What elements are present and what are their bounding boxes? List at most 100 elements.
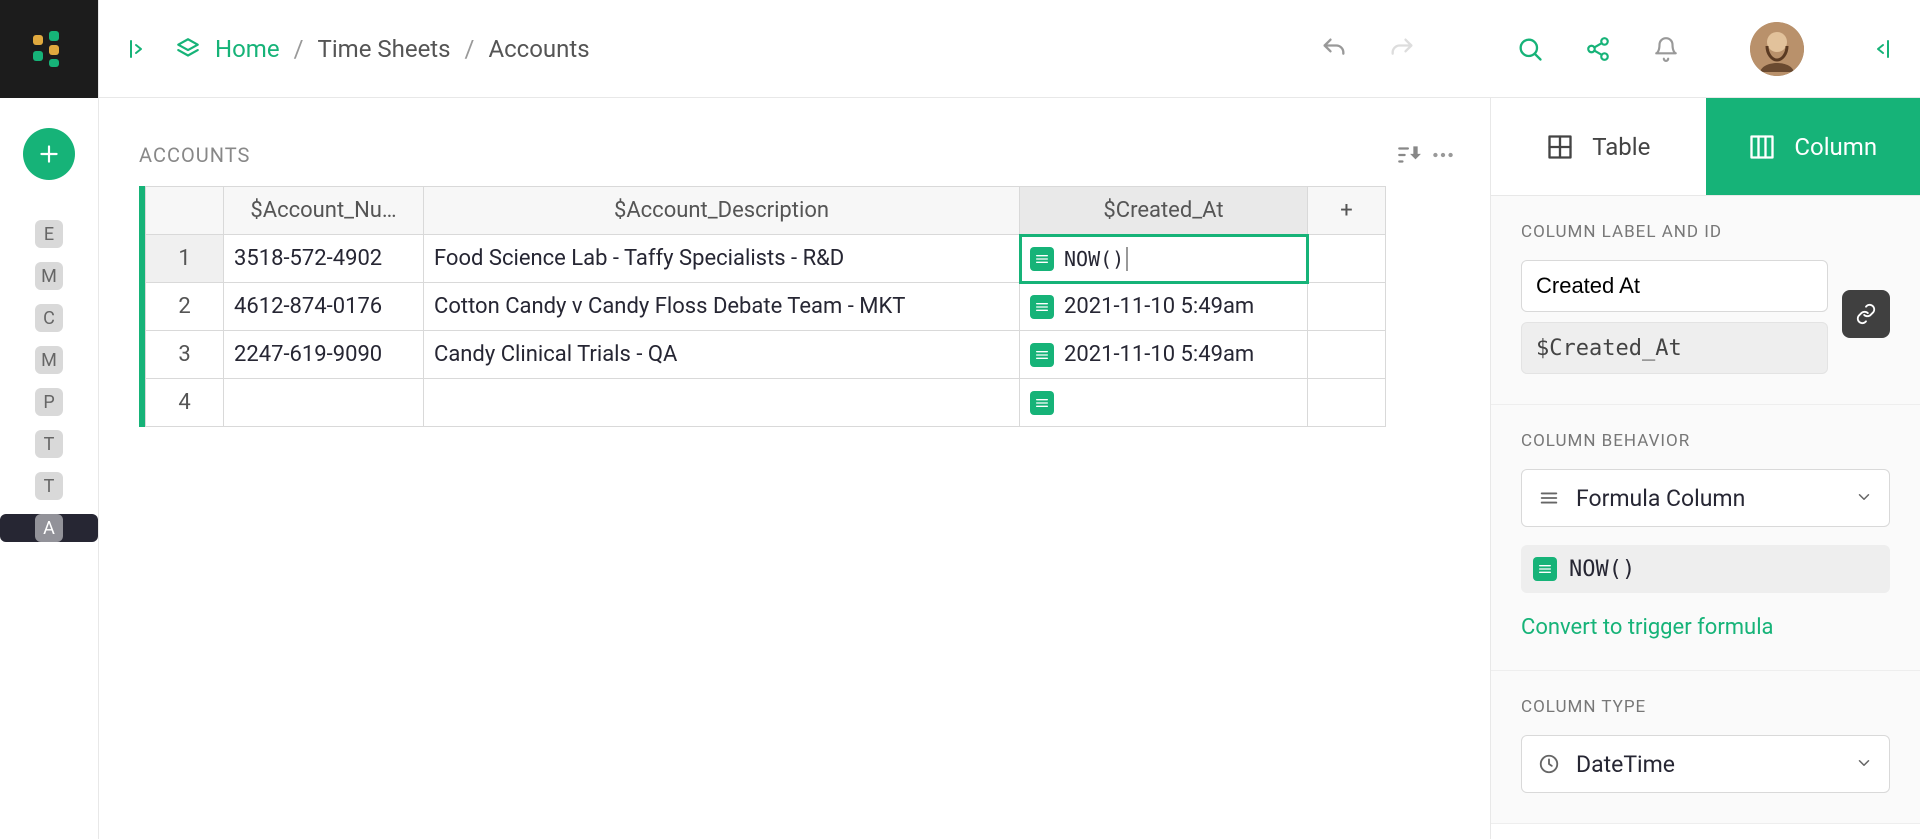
cell-empty[interactable] bbox=[1308, 283, 1386, 331]
page-item[interactable]: C bbox=[35, 304, 63, 332]
tab-label: Column bbox=[1794, 133, 1877, 161]
section-title[interactable]: ACCOUNTS bbox=[139, 143, 250, 167]
cell-empty[interactable] bbox=[1308, 331, 1386, 379]
add-new-button[interactable] bbox=[23, 128, 75, 180]
search-button[interactable] bbox=[1506, 25, 1554, 73]
breadcrumb-page[interactable]: Accounts bbox=[488, 35, 589, 63]
avatar-image bbox=[1750, 22, 1804, 76]
tab-column[interactable]: Column bbox=[1706, 98, 1920, 195]
breadcrumb-doc[interactable]: Time Sheets bbox=[318, 35, 451, 63]
formula-icon bbox=[1030, 295, 1054, 319]
cell-created-at[interactable]: 2021-11-10 5:49am bbox=[1020, 283, 1308, 331]
right-panel: Table Column COLUMN LABEL AND ID $Creat bbox=[1490, 98, 1920, 839]
clock-icon bbox=[1538, 753, 1560, 775]
undo-button[interactable] bbox=[1310, 25, 1358, 73]
tab-table[interactable]: Table bbox=[1491, 98, 1706, 195]
breadcrumb-home[interactable]: Home bbox=[215, 35, 280, 63]
plus-icon bbox=[36, 141, 62, 167]
top-bar: Home / Time Sheets / Accounts bbox=[99, 0, 1920, 98]
breadcrumb-sep: / bbox=[465, 35, 475, 63]
tab-label: Table bbox=[1592, 133, 1650, 161]
page-item[interactable]: M bbox=[35, 346, 63, 374]
cell-value: 2021-11-10 5:49am bbox=[1064, 294, 1254, 319]
grid-row: 1 3518-572-4902 Food Science Lab - Taffy… bbox=[146, 235, 1386, 283]
cell-account-number[interactable]: 4612-874-0176 bbox=[224, 283, 424, 331]
cell-created-at[interactable]: 2021-11-10 5:49am bbox=[1020, 331, 1308, 379]
main-area: Home / Time Sheets / Accounts bbox=[98, 0, 1920, 839]
expand-sidebar-button[interactable] bbox=[123, 25, 155, 73]
column-header-account-number[interactable]: $Account_Nu… bbox=[224, 187, 424, 235]
formula-icon bbox=[1030, 247, 1054, 271]
collapse-rightpanel-button[interactable] bbox=[1864, 25, 1896, 73]
user-avatar[interactable] bbox=[1750, 22, 1804, 76]
workspace: ACCOUNTS bbox=[99, 98, 1920, 839]
row-number[interactable]: 4 bbox=[146, 379, 224, 427]
cell-account-number[interactable] bbox=[224, 379, 424, 427]
section-heading: COLUMN TYPE bbox=[1521, 697, 1890, 717]
grid-row-new: 4 bbox=[146, 379, 1386, 427]
data-grid[interactable]: $Account_Nu… $Account_Description $Creat… bbox=[145, 186, 1386, 427]
cell-account-description[interactable] bbox=[424, 379, 1020, 427]
page-item[interactable]: E bbox=[35, 220, 63, 248]
add-column-button[interactable]: + bbox=[1308, 187, 1386, 235]
cell-created-at-editing[interactable]: NOW() bbox=[1020, 235, 1308, 283]
column-type-select[interactable]: DateTime bbox=[1521, 735, 1890, 793]
cell-account-number[interactable]: 2247-619-9090 bbox=[224, 331, 424, 379]
column-id-display[interactable]: $Created_At bbox=[1521, 322, 1828, 374]
app-logo[interactable] bbox=[0, 0, 98, 98]
section-column-label-id: COLUMN LABEL AND ID $Created_At bbox=[1491, 196, 1920, 405]
cell-account-description[interactable]: Cotton Candy v Candy Floss Debate Team -… bbox=[424, 283, 1020, 331]
right-panel-tabs: Table Column bbox=[1491, 98, 1920, 196]
ellipsis-icon bbox=[1430, 142, 1456, 168]
cell-empty[interactable] bbox=[1308, 379, 1386, 427]
page-item[interactable]: M bbox=[35, 262, 63, 290]
page-item[interactable]: T bbox=[35, 472, 63, 500]
cell-created-at[interactable] bbox=[1020, 379, 1308, 427]
page-item-letter: P bbox=[43, 392, 54, 413]
cell-account-description[interactable]: Food Science Lab - Taffy Specialists - R… bbox=[424, 235, 1020, 283]
page-item-active[interactable]: A bbox=[0, 514, 98, 542]
sort-filter-icon bbox=[1396, 142, 1422, 168]
redo-button[interactable] bbox=[1378, 25, 1426, 73]
page-item-letter: M bbox=[41, 266, 57, 287]
notifications-button[interactable] bbox=[1642, 25, 1690, 73]
share-button[interactable] bbox=[1574, 25, 1622, 73]
section-menu-button[interactable] bbox=[1426, 138, 1460, 172]
grid-widget: $Account_Nu… $Account_Description $Creat… bbox=[139, 186, 1386, 427]
grid-header-row: $Account_Nu… $Account_Description $Creat… bbox=[146, 187, 1386, 235]
row-number[interactable]: 3 bbox=[146, 331, 224, 379]
formula-icon bbox=[1030, 391, 1054, 415]
section-heading: COLUMN BEHAVIOR bbox=[1521, 431, 1890, 451]
column-header-created-at[interactable]: $Created_At bbox=[1020, 187, 1308, 235]
column-header-account-description[interactable]: $Account_Description bbox=[424, 187, 1020, 235]
link-icon bbox=[1855, 303, 1877, 325]
cell-account-number[interactable]: 3518-572-4902 bbox=[224, 235, 424, 283]
column-formula-editor[interactable]: NOW() bbox=[1521, 545, 1890, 593]
page-list: E M C M P T T A bbox=[0, 220, 98, 542]
cell-account-description[interactable]: Candy Clinical Trials - QA bbox=[424, 331, 1020, 379]
column-behavior-select[interactable]: Formula Column bbox=[1521, 469, 1890, 527]
section-column-behavior: COLUMN BEHAVIOR Formula Column NOW() Con… bbox=[1491, 405, 1920, 671]
page-item-letter: A bbox=[43, 518, 55, 539]
app-root: E M C M P T T A Home / Time Sheets / Acc… bbox=[0, 0, 1920, 839]
panel-collapse-icon bbox=[1868, 37, 1892, 61]
column-label-input[interactable] bbox=[1521, 260, 1828, 312]
table-icon bbox=[1546, 133, 1574, 161]
sort-filter-button[interactable] bbox=[1392, 138, 1426, 172]
formula-icon bbox=[1533, 557, 1557, 581]
page-item[interactable]: P bbox=[35, 388, 63, 416]
row-number-header[interactable] bbox=[146, 187, 224, 235]
page-item[interactable]: T bbox=[35, 430, 63, 458]
row-number[interactable]: 1 bbox=[146, 235, 224, 283]
convert-to-trigger-link[interactable]: Convert to trigger formula bbox=[1521, 615, 1774, 640]
share-icon bbox=[1585, 36, 1611, 62]
page-item-letter: C bbox=[43, 308, 55, 329]
section-heading: COLUMN LABEL AND ID bbox=[1521, 222, 1890, 242]
cell-empty[interactable] bbox=[1308, 235, 1386, 283]
link-id-button[interactable] bbox=[1842, 290, 1890, 338]
page-item-letter: E bbox=[44, 224, 54, 245]
formula-editor-input[interactable]: NOW() bbox=[1064, 247, 1128, 271]
select-value: DateTime bbox=[1576, 751, 1675, 778]
breadcrumb-sep: / bbox=[294, 35, 304, 63]
row-number[interactable]: 2 bbox=[146, 283, 224, 331]
